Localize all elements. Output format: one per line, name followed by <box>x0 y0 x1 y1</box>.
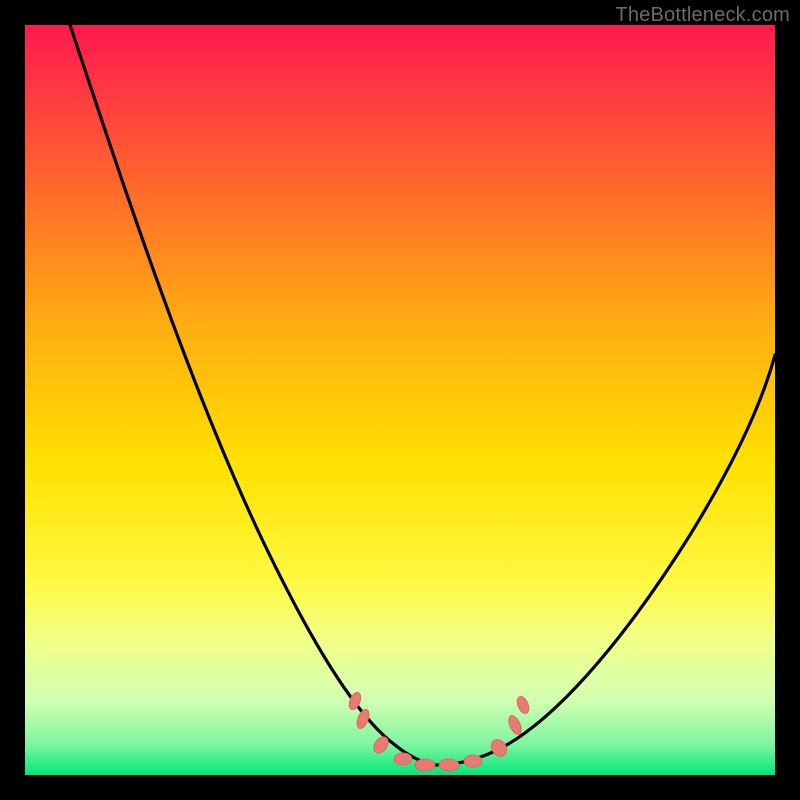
gradient-background <box>25 25 775 775</box>
chart-plot <box>25 25 775 775</box>
chart-stage: TheBottleneck.com <box>0 0 800 800</box>
chart-svg <box>25 25 775 775</box>
watermark-label: TheBottleneck.com <box>615 4 790 27</box>
